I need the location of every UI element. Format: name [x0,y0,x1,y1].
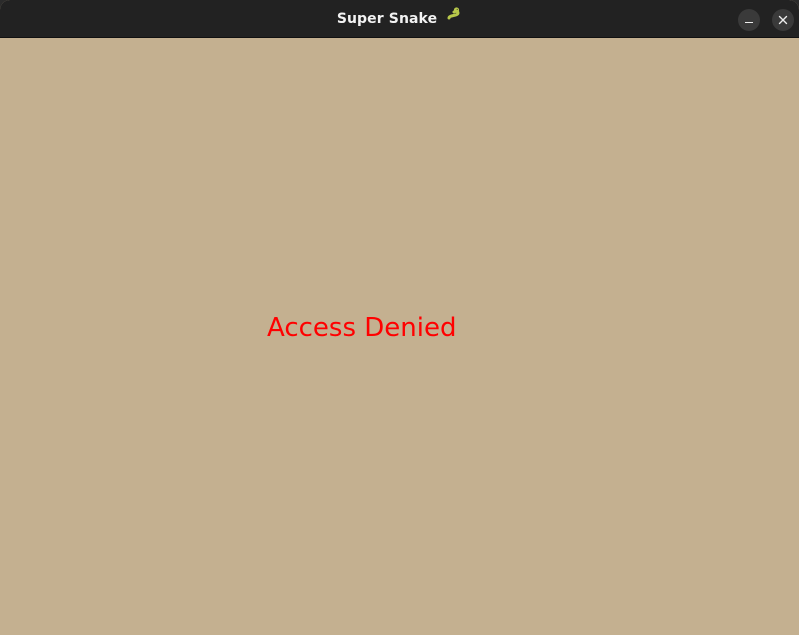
close-icon [778,15,788,25]
app-window: Super Snake Access Denied [0,0,799,635]
window-title: Super Snake [0,0,799,38]
snake-icon [446,0,462,37]
game-canvas[interactable]: Access Denied [0,39,799,635]
minimize-icon [745,22,753,23]
title-bar[interactable]: Super Snake [0,0,799,38]
window-title-text: Super Snake [336,11,438,27]
minimize-button[interactable] [738,9,760,31]
access-denied-message: Access Denied [267,313,457,343]
close-button[interactable] [772,9,794,31]
